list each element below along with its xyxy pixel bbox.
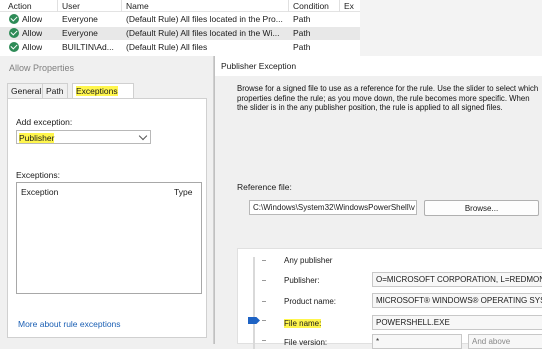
allow-check-icon <box>9 28 19 38</box>
file-version-value: * <box>372 334 462 349</box>
background-window <box>360 0 542 58</box>
dialog-body: Browse for a signed file to use as a ref… <box>215 76 542 349</box>
level-product-label: Product name: <box>284 297 337 306</box>
chevron-down-icon <box>138 131 148 141</box>
dialog-title: Allow Properties <box>9 63 75 73</box>
tab-path[interactable]: Path <box>42 83 68 99</box>
description-text: Browse for a signed file to use as a ref… <box>237 84 539 112</box>
exceptions-list[interactable]: Exception Type <box>16 182 202 294</box>
tab-general[interactable]: General <box>7 83 46 99</box>
col-type[interactable]: Type <box>174 187 192 197</box>
level-file-version-label: File version: <box>284 338 328 347</box>
level-publisher-label: Publisher: <box>284 276 320 285</box>
allow-check-icon <box>9 42 19 52</box>
col-action[interactable]: Action <box>8 1 32 11</box>
reference-file-input[interactable]: C:\Windows\System32\WindowsPowerShell\v <box>249 200 417 215</box>
level-any-publisher: Any publisher <box>284 256 333 265</box>
col-user[interactable]: User <box>62 1 80 11</box>
col-exception[interactable]: Exception <box>21 187 58 197</box>
table-row[interactable]: Allow Everyone (Default Rule) All files … <box>0 27 360 40</box>
dialog-title: Publisher Exception <box>221 61 297 71</box>
table-row[interactable]: Allow Everyone (Default Rule) All files … <box>0 13 360 26</box>
allow-check-icon <box>9 14 19 24</box>
col-name[interactable]: Name <box>126 1 149 11</box>
slider-track[interactable] <box>253 257 255 349</box>
exceptions-label: Exceptions: <box>16 170 60 180</box>
exceptions-panel: Add exception: Publisher Exceptions: Exc… <box>7 98 207 338</box>
reference-file-label: Reference file: <box>237 182 292 192</box>
allow-properties-dialog: Allow Properties General Path Exceptions… <box>0 56 214 344</box>
slider-thumb[interactable] <box>248 317 260 324</box>
level-file-name-label: File name: <box>284 319 322 328</box>
product-name-value: MICROSOFT® WINDOWS® OPERATING SYST <box>372 293 542 308</box>
col-exceptions[interactable]: Ex <box>344 1 354 11</box>
add-exception-select[interactable]: Publisher <box>16 130 151 144</box>
publisher-value: O=MICROSOFT CORPORATION, L=REDMOND <box>372 272 542 287</box>
file-name-value: POWERSHELL.EXE <box>372 315 542 330</box>
table-row[interactable]: Allow BUILTIN\Ad... (Default Rule) All f… <box>0 41 360 54</box>
more-about-exceptions-link[interactable]: More about rule exceptions <box>18 319 121 329</box>
rules-table-header: Action User Name Condition Ex <box>0 0 360 12</box>
publisher-exception-dialog: Publisher Exception Browse for a signed … <box>214 56 542 349</box>
add-exception-label: Add exception: <box>16 117 73 127</box>
dialog-titlebar: Publisher Exception <box>215 56 542 76</box>
version-option-select[interactable]: And above <box>468 334 542 349</box>
rules-table: Action User Name Condition Ex Allow Ever… <box>0 0 360 58</box>
browse-button[interactable]: Browse... <box>424 200 539 216</box>
specificity-slider-area: Any publisher Publisher: O=MICROSOFT COR… <box>237 248 542 349</box>
col-condition[interactable]: Condition <box>293 1 329 11</box>
